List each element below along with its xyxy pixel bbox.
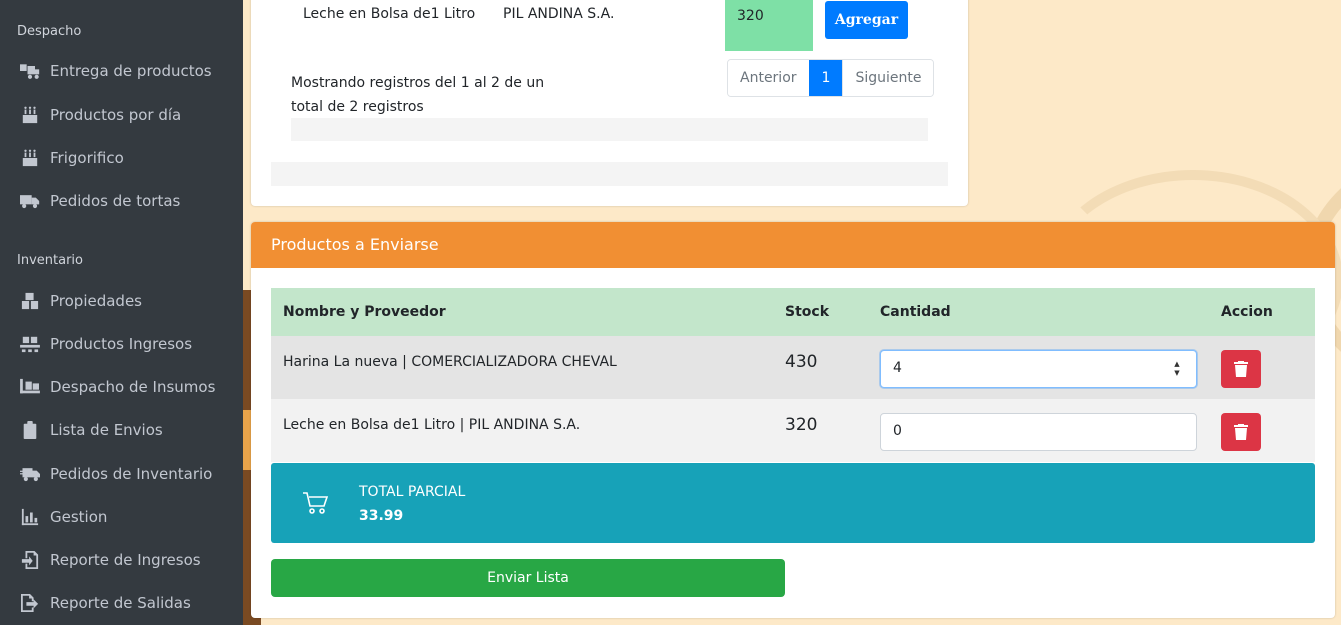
pagination-prev[interactable]: Anterior <box>728 60 809 96</box>
card-title: Productos a Enviarse <box>251 222 1335 268</box>
product-stock: 320 <box>725 0 813 51</box>
truck-icon <box>18 191 42 211</box>
pagination-page-1[interactable]: 1 <box>808 60 843 96</box>
dolly-icon <box>18 377 42 397</box>
pallet-icon <box>18 334 42 354</box>
column-header-action: Accion <box>1221 304 1273 320</box>
sidebar-item-label: Productos por día <box>50 106 182 124</box>
sidebar-item-pedidos-de-tortas[interactable]: Pedidos de tortas <box>0 182 243 220</box>
sidebar-item-pedidos-de-inventario[interactable]: Pedidos de Inventario <box>0 455 243 493</box>
sidebar-item-reporte-de-salidas[interactable]: Reporte de Salidas <box>0 584 243 622</box>
sidebar-item-label: Propiedades <box>50 292 142 310</box>
delete-button[interactable] <box>1221 350 1261 388</box>
sidebar-item-entrega-de-productos[interactable]: Entrega de productos <box>0 52 243 90</box>
birthday-cake-icon <box>18 105 42 125</box>
pagination: Anterior 1 Siguiente <box>727 59 935 97</box>
horizontal-scrollbar[interactable] <box>291 118 928 141</box>
row-name: Harina La nueva | COMERCIALIZADORA CHEVA… <box>283 354 617 370</box>
table-header: Nombre y Proveedor Stock Cantidad Accion <box>271 288 1315 336</box>
column-header-stock: Stock <box>785 304 830 320</box>
boxes-icon <box>18 291 42 311</box>
sidebar-item-frigorifico[interactable]: Frigorifico <box>0 139 243 177</box>
quantity-value: 0 <box>893 423 902 439</box>
table-row: Leche en Bolsa de1 Litro | PIL ANDINA S.… <box>271 399 1315 462</box>
sidebar: Despacho Entrega de productos Productos … <box>0 0 243 625</box>
spinner-icon[interactable]: ▲ ▼ <box>1172 360 1182 378</box>
sidebar-item-label: Reporte de Ingresos <box>50 551 201 569</box>
sidebar-item-reporte-de-ingresos[interactable]: Reporte de Ingresos <box>0 541 243 579</box>
shipping-fast-icon <box>18 464 42 484</box>
quantity-input[interactable]: 4 ▲ ▼ <box>880 350 1197 388</box>
sidebar-item-productos-ingresos[interactable]: Productos Ingresos <box>0 325 243 363</box>
sidebar-item-label: Despacho de Insumos <box>50 378 216 396</box>
sidebar-item-label: Pedidos de tortas <box>50 192 181 210</box>
quantity-input[interactable]: 0 <box>880 413 1197 451</box>
trash-icon <box>1234 424 1248 440</box>
sidebar-item-label: Lista de Envios <box>50 421 163 439</box>
card-footer <box>271 162 948 186</box>
total-info-box: TOTAL PARCIAL 33.99 <box>271 463 1315 543</box>
sidebar-item-despacho-de-insumos[interactable]: Despacho de Insumos <box>0 368 243 406</box>
send-products-card: Productos a Enviarse Nombre y Proveedor … <box>251 222 1335 618</box>
sidebar-item-label: Reporte de Salidas <box>50 594 191 612</box>
sidebar-item-label: Frigorifico <box>50 149 124 167</box>
send-products-table: Nombre y Proveedor Stock Cantidad Accion… <box>271 288 1315 462</box>
column-header-qty: Cantidad <box>880 304 951 320</box>
row-name: Leche en Bolsa de1 Litro | PIL ANDINA S.… <box>283 417 581 433</box>
product-name: Leche en Bolsa de1 Litro <box>303 6 476 22</box>
sidebar-item-label: Productos Ingresos <box>50 335 193 353</box>
send-list-button[interactable]: Enviar Lista <box>271 559 785 597</box>
trash-icon <box>1234 361 1248 377</box>
sidebar-section-despacho: Despacho <box>17 24 82 39</box>
product-provider: PIL ANDINA S.A. <box>503 6 615 22</box>
row-stock: 430 <box>785 352 818 372</box>
sidebar-item-propiedades[interactable]: Propiedades <box>0 282 243 320</box>
quantity-value: 4 <box>893 360 902 376</box>
sidebar-item-productos-por-dia[interactable]: Productos por día <box>0 96 243 134</box>
chart-bar-icon <box>18 507 42 527</box>
sidebar-item-label: Entrega de productos <box>50 62 212 80</box>
sign-in-icon <box>18 550 42 570</box>
clipboard-icon <box>18 420 42 440</box>
birthday-cake-icon <box>18 148 42 168</box>
sidebar-section-inventario: Inventario <box>17 253 83 268</box>
sign-out-icon <box>18 593 42 613</box>
truck-loading-icon <box>18 61 42 81</box>
add-button[interactable]: Agregar <box>825 1 908 39</box>
sidebar-item-lista-de-envios[interactable]: Lista de Envios <box>0 411 243 449</box>
total-label: TOTAL PARCIAL <box>359 484 466 500</box>
row-stock: 320 <box>785 415 818 435</box>
cart-icon <box>303 492 329 514</box>
table-info: Mostrando registros del 1 al 2 de un tot… <box>291 75 545 115</box>
sidebar-item-label: Pedidos de Inventario <box>50 465 213 483</box>
total-value: 33.99 <box>359 508 404 524</box>
pagination-next[interactable]: Siguiente <box>842 60 934 96</box>
table-row: Harina La nueva | COMERCIALIZADORA CHEVA… <box>271 336 1315 399</box>
products-search-card: Leche en Bolsa de1 Litro PIL ANDINA S.A.… <box>251 0 968 206</box>
delete-button[interactable] <box>1221 413 1261 451</box>
column-header-name: Nombre y Proveedor <box>283 304 446 320</box>
sidebar-item-gestion[interactable]: Gestion <box>0 498 243 536</box>
sidebar-item-label: Gestion <box>50 508 108 526</box>
